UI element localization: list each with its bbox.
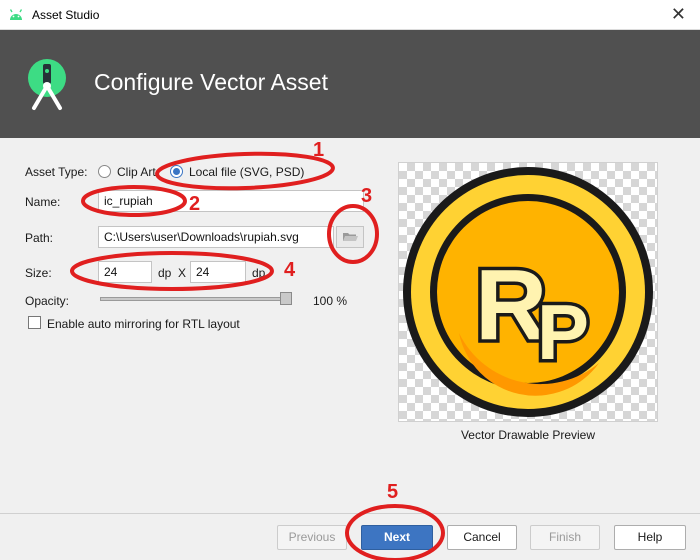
previous-button[interactable]: Previous [277,525,347,550]
name-input[interactable] [98,190,364,212]
size-separator: X [178,266,187,280]
size-label: Size: [25,266,52,280]
android-studio-logo-icon [28,59,66,110]
annotation-number-1: 1 [313,139,325,161]
browse-button[interactable] [336,226,364,248]
opacity-slider-track[interactable] [100,297,292,301]
auto-mirror-label[interactable]: Enable auto mirroring for RTL layout [47,317,240,331]
finish-button[interactable]: Finish [530,525,600,550]
height-input[interactable] [190,261,246,283]
next-button[interactable]: Next [361,525,433,550]
opacity-slider-thumb[interactable] [280,292,292,305]
annotation-number-4: 4 [284,259,296,281]
android-studio-icon [9,9,23,20]
asset-type-label: Asset Type: [25,165,88,179]
footer-divider [0,513,700,514]
local-file-radio[interactable] [170,165,183,178]
page-title: Configure Vector Asset [94,69,328,95]
wizard-header: Configure Vector Asset [0,30,700,138]
annotation-number-2: 2 [189,193,201,215]
path-input[interactable] [98,226,334,248]
annotation-number-5: 5 [387,481,399,503]
help-button[interactable]: Help [614,525,686,550]
vector-preview-pane: R P [398,162,658,422]
preview-caption: Vector Drawable Preview [460,428,596,442]
auto-mirror-checkbox[interactable] [28,316,41,329]
height-unit-label: dp [252,266,266,280]
rupiah-coin-icon: R P [403,167,653,417]
annotation-number-3: 3 [361,185,373,207]
width-input[interactable] [98,261,152,283]
name-label: Name: [25,195,61,209]
opacity-value: 100 % [313,294,348,308]
local-file-label[interactable]: Local file (SVG, PSD) [189,165,304,179]
title-bar: Asset Studio ✕ [0,0,700,30]
folder-open-icon [343,233,358,241]
svg-text:P: P [537,288,589,376]
clip-art-radio[interactable] [98,165,111,178]
window-title: Asset Studio [32,8,100,22]
width-unit-label: dp [158,266,172,280]
clip-art-label[interactable]: Clip Art [117,165,156,179]
path-label: Path: [25,231,54,245]
cancel-button[interactable]: Cancel [447,525,517,550]
opacity-label: Opacity: [25,294,70,308]
close-icon[interactable]: ✕ [671,4,686,25]
